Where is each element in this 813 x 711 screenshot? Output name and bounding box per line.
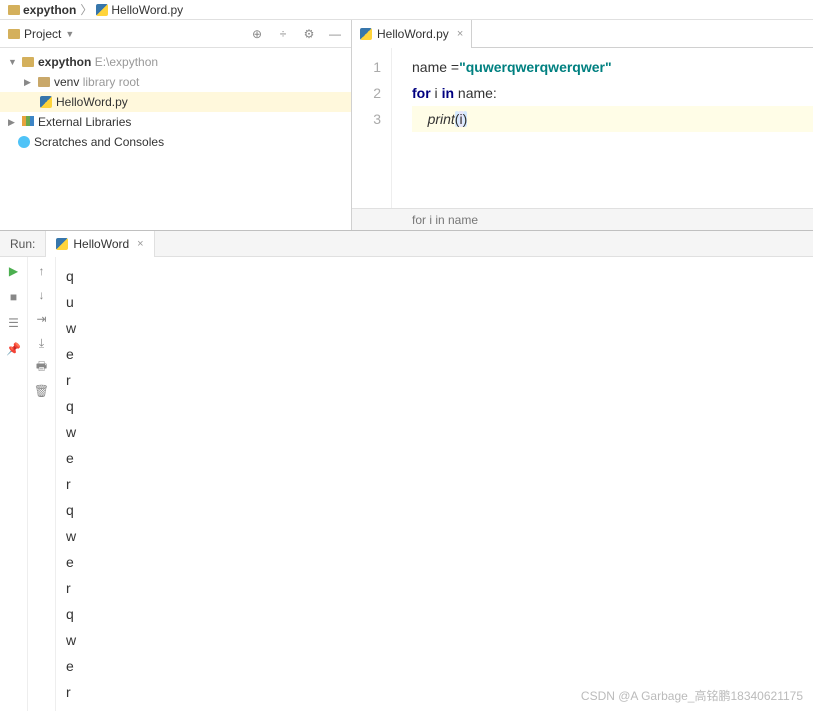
python-file-icon [96, 4, 108, 16]
output-line: q [66, 497, 803, 523]
run-tools-primary: ▶ ■ ☰ 📌 [0, 257, 28, 711]
expand-all-icon[interactable]: ÷ [275, 27, 291, 41]
tree-root-name: expython [38, 55, 91, 69]
output-line: r [66, 471, 803, 497]
output-line: w [66, 315, 803, 341]
layout-icon[interactable]: ☰ [6, 315, 22, 331]
output-line: q [66, 601, 803, 627]
folder-icon [8, 5, 20, 15]
run-label: Run: [0, 237, 45, 251]
down-icon[interactable]: ↓ [34, 287, 50, 303]
output-line: u [66, 289, 803, 315]
run-tab[interactable]: HelloWord × [45, 231, 154, 257]
python-file-icon [40, 96, 52, 108]
run-tools-secondary: ↑ ↓ ⇥ ⤓ 🖶 🗑 [28, 257, 56, 711]
close-icon[interactable]: × [137, 238, 143, 250]
tree-file-helloword[interactable]: HelloWord.py [0, 92, 351, 112]
chevron-right-icon: ▶ [8, 117, 18, 128]
output-line: q [66, 393, 803, 419]
breadcrumb-project-label: expython [23, 3, 76, 17]
run-header: Run: HelloWord × [0, 231, 813, 257]
folder-icon [22, 57, 34, 67]
tree-external-libraries[interactable]: ▶ External Libraries [0, 112, 351, 132]
folder-icon [38, 77, 50, 87]
tree-scratches[interactable]: Scratches and Consoles [0, 132, 351, 152]
output-line: q [66, 263, 803, 289]
output-line: w [66, 523, 803, 549]
editor-panel: HelloWord.py × 1 2 3 name ="quwerqwerqwe… [352, 20, 813, 230]
code-area[interactable]: name ="quwerqwerqwerqwer" for i in name:… [392, 48, 813, 208]
tree-venv-suffix: library root [83, 75, 140, 89]
close-icon[interactable]: × [457, 28, 463, 40]
editor-status-text: for i in name [412, 213, 478, 227]
editor-tabs: HelloWord.py × [352, 20, 813, 48]
tree-scratches-label: Scratches and Consoles [34, 135, 164, 149]
folder-icon [8, 29, 20, 39]
output-line: r [66, 575, 803, 601]
line-number: 1 [352, 54, 381, 80]
output-line: e [66, 653, 803, 679]
run-tab-label: HelloWord [73, 237, 129, 251]
project-tool-window: Project ▼ ⊕ ÷ ⚙ — ▼ expython E:\expython… [0, 20, 352, 230]
tree-file-label: HelloWord.py [56, 95, 128, 109]
editor-tab-label: HelloWord.py [377, 27, 449, 41]
select-opened-file-icon[interactable]: ⊕ [249, 27, 265, 41]
scratches-icon [18, 136, 30, 148]
python-file-icon [56, 238, 68, 250]
project-title: Project [24, 27, 61, 41]
chevron-down-icon: ▼ [65, 29, 74, 39]
output-line: e [66, 549, 803, 575]
project-header: Project ▼ ⊕ ÷ ⚙ — [0, 20, 351, 48]
editor-breadcrumb-status: for i in name [352, 208, 813, 230]
tree-venv[interactable]: ▶ venv library root [0, 72, 351, 92]
tree-root[interactable]: ▼ expython E:\expython [0, 52, 351, 72]
tree-root-path: E:\expython [95, 55, 158, 69]
run-tool-window: Run: HelloWord × ▶ ■ ☰ 📌 ↑ ↓ ⇥ ⤓ 🖶 🗑 quw… [0, 230, 813, 708]
breadcrumb-file-label: HelloWord.py [111, 3, 183, 17]
python-file-icon [360, 28, 372, 40]
output-line: w [66, 627, 803, 653]
gear-icon[interactable]: ⚙ [301, 27, 317, 41]
output-line: e [66, 445, 803, 471]
project-view-selector[interactable]: Project ▼ [8, 27, 74, 41]
output-line: w [66, 419, 803, 445]
hide-icon[interactable]: — [327, 27, 343, 41]
soft-wrap-icon[interactable]: ⇥ [34, 311, 50, 327]
breadcrumb-project[interactable]: expython [8, 3, 76, 17]
scroll-to-end-icon[interactable]: ⤓ [34, 335, 50, 351]
code-line-3: print(i) [412, 106, 813, 132]
chevron-right-icon: ▶ [24, 77, 34, 88]
delete-icon[interactable]: 🗑 [34, 383, 50, 399]
up-icon[interactable]: ↑ [34, 263, 50, 279]
editor-tab-helloword[interactable]: HelloWord.py × [352, 20, 472, 48]
tree-venv-name: venv [54, 75, 79, 89]
code-line-2: for i in name: [412, 80, 813, 106]
libraries-icon [22, 116, 34, 128]
chevron-down-icon: ▼ [8, 57, 18, 67]
line-number: 2 [352, 80, 381, 106]
output-line: e [66, 341, 803, 367]
output-line: r [66, 367, 803, 393]
line-number: 3 [352, 106, 381, 132]
run-output[interactable]: quwerqwerqwerqwer [56, 257, 813, 711]
project-tree[interactable]: ▼ expython E:\expython ▶ venv library ro… [0, 48, 351, 156]
breadcrumb: expython 〉 HelloWord.py [0, 0, 813, 20]
stop-icon[interactable]: ■ [6, 289, 22, 305]
chevron-right-icon: 〉 [80, 1, 92, 18]
code-line-1: name ="quwerqwerqwerqwer" [412, 54, 813, 80]
rerun-icon[interactable]: ▶ [6, 263, 22, 279]
gutter: 1 2 3 [352, 48, 392, 208]
pin-icon[interactable]: 📌 [6, 341, 22, 357]
code-editor[interactable]: 1 2 3 name ="quwerqwerqwerqwer" for i in… [352, 48, 813, 208]
output-line: r [66, 679, 803, 705]
breadcrumb-file[interactable]: HelloWord.py [96, 3, 183, 17]
tree-external-label: External Libraries [38, 115, 131, 129]
print-icon[interactable]: 🖶 [34, 359, 50, 375]
